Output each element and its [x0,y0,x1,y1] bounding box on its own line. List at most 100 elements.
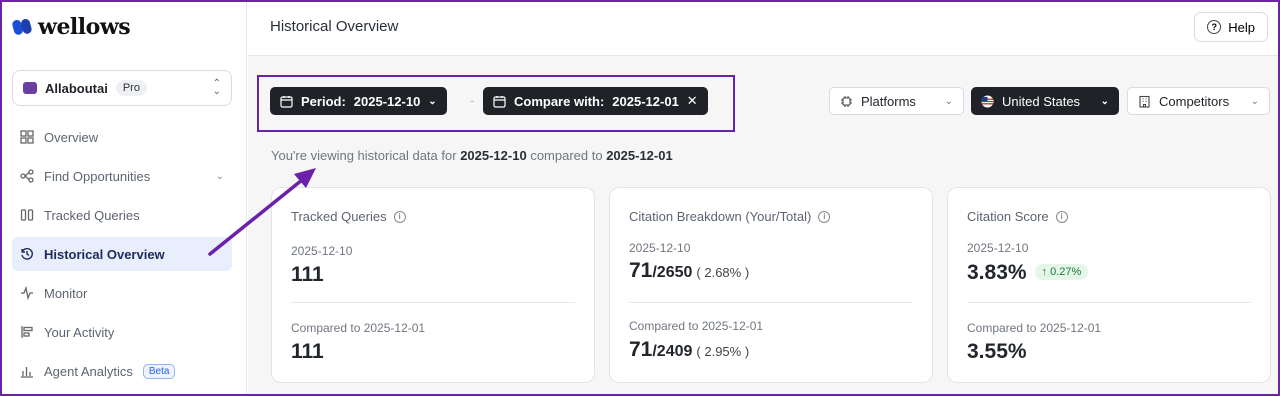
score-value: 3.83% [967,261,1027,284]
grid-icon [20,130,34,144]
competitors-label: Competitors [1159,93,1230,109]
sidebar-item-historical-overview[interactable]: Historical Overview [12,237,232,271]
current-value: 71/2650( 2.68% ) [629,259,749,283]
viewing-prefix: You're viewing historical data for [271,148,457,163]
activity-icon [20,325,34,339]
total-citations: /2650 [652,264,693,281]
sidebar-item-agent-analytics[interactable]: Agent Analytics Beta [12,354,232,388]
viewing-date-compare: 2025-12-01 [606,148,673,163]
info-icon[interactable]: i [393,210,406,223]
compare-value: 111 [291,340,324,363]
compare-value: 2025-12-01 [612,93,679,109]
citation-score-card: Citation Score i 2025-12-10 3.83% ↑ 0.27%… [947,187,1271,383]
sidebar-item-overview[interactable]: Overview [12,120,232,154]
help-button[interactable]: ? Help [1194,12,1268,42]
app-window: wellows Allaboutai Pro ⌃ ⌄ Overview Find … [2,2,1278,394]
us-flag-icon [981,94,994,108]
history-icon [20,247,34,261]
logo-mark-icon [12,17,34,37]
period-label: Period: [301,93,346,109]
period-date: 2025-12-10 [291,244,353,258]
divider [291,302,575,303]
calendar-icon [280,95,293,108]
compare-date: Compared to 2025-12-01 [629,319,764,333]
chevron-down-icon: ⌄ [428,95,437,107]
your-citations: 71 [629,259,653,282]
sidebar-item-label: Find Opportunities [44,168,151,184]
sidebar-item-label: Your Activity [44,324,115,340]
viewing-summary: You're viewing historical data for 2025-… [271,148,673,163]
period-value: 2025-12-10 [353,93,421,109]
sidebar-item-label: Agent Analytics [44,363,133,379]
compare-selector[interactable]: Compare with: 2025-12-01 ✕ [483,87,708,115]
chevron-down-icon: ⌄ [215,170,224,182]
citation-percent: ( 2.95% ) [696,344,750,359]
info-icon[interactable]: i [1055,210,1068,223]
chevron-down-icon: ⌄ [944,95,953,107]
current-value: 3.83% ↑ 0.27% [967,261,1089,285]
card-title-text: Tracked Queries [291,209,387,224]
logo[interactable]: wellows [12,14,131,40]
period-selector[interactable]: Period: 2025-12-10 ⌄ [270,87,447,115]
card-title: Citation Score i [967,209,1068,224]
close-icon[interactable]: ✕ [687,93,698,109]
sidebar-item-label: Historical Overview [44,246,165,262]
platforms-label: Platforms [861,93,916,109]
citation-percent: ( 2.68% ) [696,265,750,280]
compare-value: 3.55% [967,340,1027,363]
top-bar: Historical Overview ? Help [248,2,1278,56]
sidebar-item-label: Monitor [44,285,88,301]
main-content: Historical Overview ? Help Period: 2025-… [248,2,1278,394]
current-value: 111 [291,263,324,286]
card-title: Citation Breakdown (Your/Total) i [629,209,831,224]
country-label: United States [1002,93,1081,109]
card-title-text: Citation Breakdown (Your/Total) [629,209,812,224]
workspace-selector[interactable]: Allaboutai Pro ⌃ ⌄ [12,70,232,106]
workspace-avatar [23,82,37,94]
logo-text: wellows [38,14,131,40]
viewing-date-period: 2025-12-10 [460,148,527,163]
compare-label: Compare with: [514,93,605,109]
divider [629,302,913,303]
card-title-text: Citation Score [967,209,1049,224]
sidebar-item-label: Tracked Queries [44,207,140,223]
bar-chart-icon [20,364,34,378]
sidebar-item-monitor[interactable]: Monitor [12,276,232,310]
sidebar-item-label: Overview [44,129,99,145]
total-citations: /2409 [652,343,693,360]
period-date: 2025-12-10 [967,241,1029,255]
card-title: Tracked Queries i [291,209,406,224]
citation-breakdown-card: Citation Breakdown (Your/Total) i 2025-1… [609,187,933,383]
chevron-down-icon: ⌄ [1250,95,1259,107]
viewing-mid: compared to [530,148,603,163]
compare-date: Compared to 2025-12-01 [967,321,1102,335]
chip-icon [841,95,852,107]
divider [967,302,1251,303]
quote-icon [20,208,34,222]
sidebar-nav: Overview Find Opportunities ⌄ Tracked Qu… [12,120,232,393]
info-icon[interactable]: i [818,210,831,223]
workspace-name: Allaboutai [45,80,108,96]
sidebar: wellows Allaboutai Pro ⌃ ⌄ Overview Find … [2,2,247,394]
building-icon [1139,95,1150,108]
platforms-dropdown[interactable]: Platforms ⌄ [829,87,964,115]
sidebar-item-your-activity[interactable]: Your Activity [12,315,232,349]
question-icon: ? [1207,20,1222,34]
compare-date: Compared to 2025-12-01 [291,321,426,335]
beta-badge: Beta [142,363,176,379]
nodes-icon [20,169,34,183]
tracked-queries-card: Tracked Queries i 2025-12-10 111 Compare… [271,187,595,383]
your-citations: 71 [629,338,653,361]
page-title: Historical Overview [270,18,399,35]
sidebar-item-find-opportunities[interactable]: Find Opportunities ⌄ [12,159,232,193]
range-separator: - [470,93,475,108]
help-label: Help [1228,19,1255,35]
chevron-up-down-icon: ⌃ ⌄ [212,78,221,97]
period-date: 2025-12-10 [629,241,691,255]
calendar-icon [493,95,506,108]
sidebar-item-tracked-queries[interactable]: Tracked Queries [12,198,232,232]
pulse-icon [20,286,34,300]
chevron-down-icon: ⌄ [1100,95,1109,107]
competitors-dropdown[interactable]: Competitors ⌄ [1127,87,1270,115]
country-dropdown[interactable]: United States ⌄ [971,87,1119,115]
